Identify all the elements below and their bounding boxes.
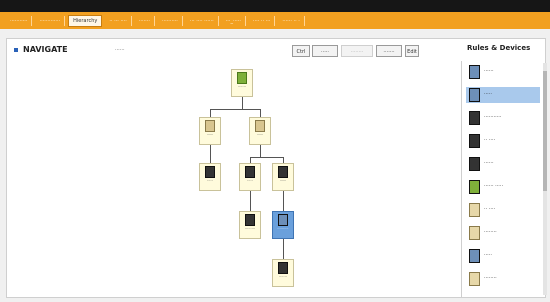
device-icon: [237, 72, 247, 84]
device-icon: [469, 249, 480, 263]
connector: [250, 191, 251, 211]
connector: [210, 109, 211, 117]
device-icon: [469, 180, 480, 194]
sidebar-item[interactable]: ·····: [466, 248, 540, 264]
device-icon: [469, 272, 480, 286]
panel-header: NAVIGATE ······ Ctrl ····· ········ ····…: [7, 39, 545, 61]
connector: [210, 109, 260, 110]
device-icon: [469, 65, 480, 79]
device-icon: [245, 214, 255, 226]
tab-6[interactable]: ··········: [158, 15, 183, 26]
connector: [250, 157, 283, 158]
device-icon: [469, 111, 480, 125]
sidebar-item[interactable]: ···········: [466, 110, 540, 126]
device-icon: [469, 226, 480, 240]
device-icon: [469, 157, 480, 171]
device-icon: [255, 120, 265, 132]
connector: [283, 239, 284, 259]
sidebar-item-label: ······ ·····: [484, 183, 504, 189]
device-icon: [278, 214, 288, 226]
sidebar-item-label: ·····: [484, 91, 492, 97]
device-icon: [278, 262, 288, 274]
device-icon: [205, 166, 215, 178]
scrollbar-thumb[interactable]: [543, 71, 547, 191]
button-2[interactable]: ·····: [312, 45, 338, 57]
sidebar-item-label: ·····: [484, 252, 492, 258]
hierarchy-node[interactable]: ······: [199, 117, 221, 145]
node-label: ·······: [279, 275, 287, 279]
connector: [260, 145, 261, 157]
sidebar-item-label: ·· ····: [484, 206, 496, 212]
top-bar: [0, 0, 550, 12]
ctrl-button[interactable]: Ctrl: [292, 45, 310, 57]
sidebar-item[interactable]: ·· ····: [466, 202, 540, 218]
hierarchy-node[interactable]: ·········: [239, 211, 261, 239]
hierarchy-node-root[interactable]: ·······: [231, 69, 253, 97]
hierarchy-canvas: ······· ······ ······ ····· ····· ······…: [7, 61, 455, 297]
sidebar-item-label: ·· ····: [484, 137, 496, 143]
node-label: ·······: [238, 85, 246, 89]
sidebar-scrollbar[interactable]: [543, 63, 547, 295]
sidebar-item[interactable]: ······: [466, 156, 540, 172]
hierarchy-node[interactable]: ·······: [272, 259, 294, 287]
node-label: ······: [256, 133, 264, 137]
connector: [260, 109, 261, 117]
sidebar-item-label: ···········: [484, 114, 502, 120]
sidebar-item-label: ······: [484, 68, 494, 74]
sidebar-item[interactable]: ········: [466, 225, 540, 241]
button-4[interactable]: ·······: [376, 45, 402, 57]
hierarchy-node[interactable]: ······: [249, 117, 271, 145]
button-3[interactable]: ········: [341, 45, 373, 57]
page-subtitle: ······: [115, 47, 125, 53]
edit-button[interactable]: Edit: [405, 45, 419, 57]
device-icon: [245, 166, 255, 178]
tab-hierarchy[interactable]: Hierarchy: [68, 14, 103, 27]
tab-2[interactable]: ·············: [35, 15, 66, 26]
sidebar-item-selected[interactable]: ·····: [466, 87, 540, 103]
page-title: NAVIGATE: [23, 45, 68, 54]
sidebar-item-label: ········: [484, 275, 497, 281]
device-icon: [469, 134, 480, 148]
sidebar-item[interactable]: ········: [466, 271, 540, 287]
node-label: ·····: [207, 179, 213, 183]
device-sidebar: ······ ····· ··········· ·· ···· ······ …: [461, 61, 547, 297]
node-label: ·····: [247, 179, 253, 183]
sidebar-item[interactable]: ······: [466, 64, 540, 80]
hierarchy-node[interactable]: ·····: [239, 163, 261, 191]
node-label: ······: [279, 179, 287, 183]
bullet-icon: [14, 48, 18, 52]
tab-8[interactable]: ···_·····: [222, 15, 246, 26]
sidebar-item-label: ········: [484, 229, 497, 235]
node-label: ······: [206, 133, 214, 137]
tab-10[interactable]: ······ ·· ·: [278, 15, 305, 26]
connector: [242, 97, 243, 109]
connector: [283, 191, 284, 211]
hierarchy-panel: NAVIGATE ······ Ctrl ····· ········ ····…: [6, 38, 547, 298]
tab-5[interactable]: ·······: [135, 15, 155, 26]
hierarchy-node[interactable]: ·····: [199, 163, 221, 191]
tab-9[interactable]: ···· ·· ···: [249, 15, 276, 26]
hierarchy-node[interactable]: ······: [272, 163, 294, 191]
node-label: ·········: [244, 227, 255, 231]
tab-1[interactable]: ···········: [6, 15, 33, 26]
hierarchy-node-selected[interactable]: ··········: [272, 211, 294, 239]
device-icon: [469, 203, 480, 217]
sidebar-item[interactable]: ······ ·····: [466, 179, 540, 195]
tab-4[interactable]: ·· ··· ····: [105, 15, 132, 26]
node-label: ··········: [277, 227, 289, 231]
sidebar-item-label: ······: [484, 160, 494, 166]
sidebar-title: Rules & Devices: [467, 44, 531, 52]
device-icon: [278, 166, 288, 178]
device-icon: [205, 120, 215, 132]
connector: [210, 145, 211, 163]
tab-7[interactable]: ··· ···· ······: [186, 15, 219, 26]
device-icon: [469, 88, 480, 102]
tab-bar: ··········· ············· Hierarchy ·· ·…: [0, 12, 550, 29]
sidebar-item[interactable]: ·· ····: [466, 133, 540, 149]
